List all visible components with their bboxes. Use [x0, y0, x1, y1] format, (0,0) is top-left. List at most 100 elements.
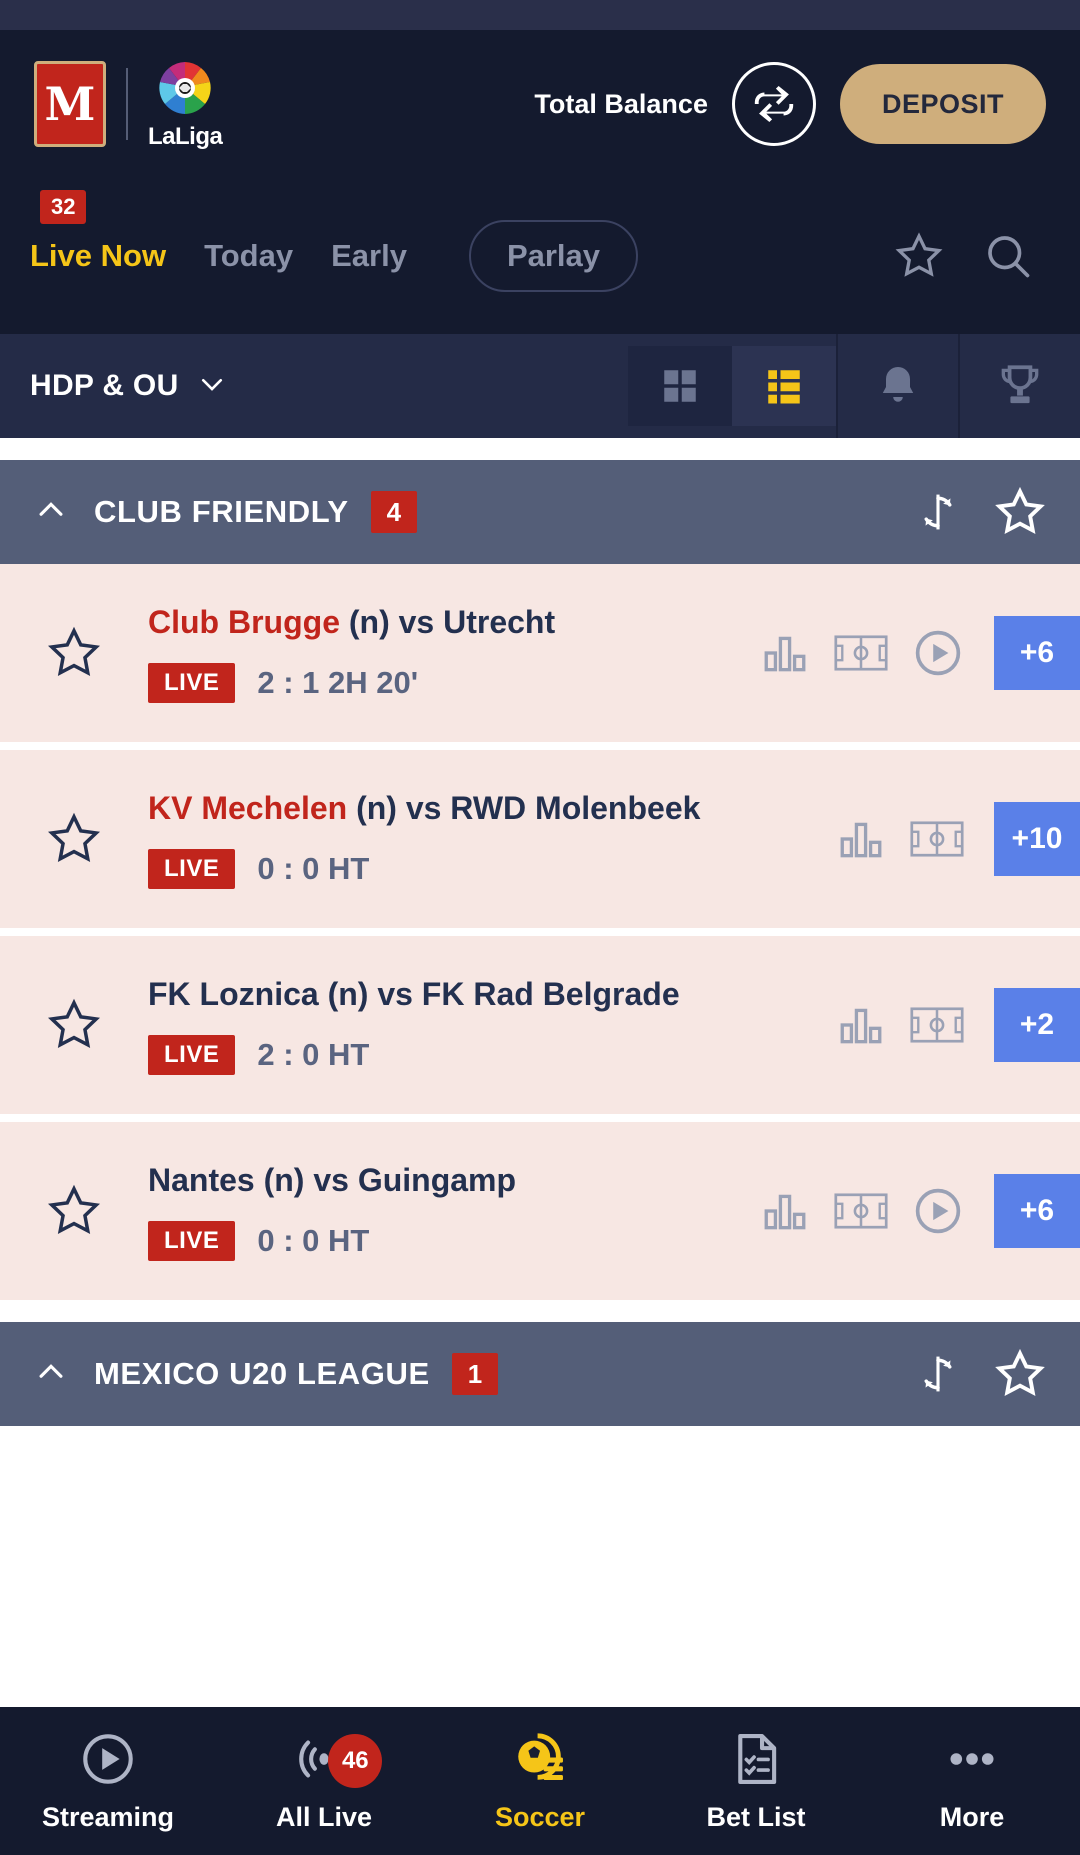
header-top-row: M LaLiga Total Balance DEPOSIT [0, 30, 1080, 178]
laliga-partner-logo: LaLiga [148, 57, 223, 151]
market-toolbar: HDP & OU [0, 334, 1080, 438]
league-name: MEXICO U20 LEAGUE [94, 1356, 430, 1391]
match-list-club-friendly: Club Brugge (n) vs Utrecht LIVE 2 : 1 2H… [0, 564, 1080, 1300]
star-icon[interactable] [994, 486, 1046, 538]
deposit-button[interactable]: DEPOSIT [839, 64, 1046, 144]
match-info: FK Loznica (n) vs FK Rad Belgrade LIVE 2… [148, 975, 836, 1076]
neutral-marker: (n) [263, 1161, 305, 1198]
view-mode-toggle [628, 346, 836, 426]
nav-item-all-live[interactable]: 46 All Live [216, 1730, 432, 1833]
stats-icon[interactable] [836, 1000, 886, 1050]
favorite-match-button[interactable] [0, 811, 148, 867]
match-teams: Nantes (n) vs Guingamp [148, 1161, 760, 1199]
pitch-icon[interactable] [910, 1005, 964, 1045]
list-view-button[interactable] [732, 346, 836, 426]
pitch-icon[interactable] [834, 633, 888, 673]
refresh-icon[interactable] [916, 1352, 960, 1396]
laliga-label: LaLiga [148, 123, 223, 150]
tournaments-button[interactable] [958, 334, 1080, 438]
tab-live-now[interactable]: 32 Live Now [30, 190, 167, 274]
star-icon [48, 812, 100, 863]
tab-live-now-label: Live Now [30, 238, 167, 273]
tab-parlay[interactable]: Parlay [468, 220, 639, 292]
refresh-icon[interactable] [916, 490, 960, 534]
vs-label: vs [405, 789, 442, 826]
header-tab-icons [894, 230, 1050, 282]
stats-icon[interactable] [836, 814, 886, 864]
table-row[interactable]: FK Loznica (n) vs FK Rad Belgrade LIVE 2… [0, 936, 1080, 1114]
more-odds-button[interactable]: +10 [994, 802, 1080, 876]
neutral-marker: (n) [356, 789, 397, 826]
chevron-up-icon[interactable] [34, 1355, 68, 1394]
trophy-icon [1001, 365, 1039, 404]
bet-slip-icon [738, 1733, 777, 1784]
brand-logo-icon: M [34, 61, 106, 147]
brand-area[interactable]: M LaLiga [34, 57, 223, 151]
league-match-count-badge: 1 [451, 1352, 499, 1396]
favorite-match-button[interactable] [0, 625, 148, 681]
more-odds-button[interactable]: +6 [994, 616, 1080, 690]
list-view-icon [768, 370, 800, 404]
league-header-club-friendly[interactable]: CLUB FRIENDLY 4 [0, 460, 1080, 564]
stats-icon[interactable] [760, 628, 810, 678]
match-score: 0 : 0 HT [257, 1223, 370, 1259]
neutral-marker: (n) [348, 603, 390, 640]
match-teams: Club Brugge (n) vs Utrecht [148, 603, 760, 641]
match-status: LIVE 2 : 0 HT [148, 1035, 836, 1076]
market-selector[interactable]: HDP & OU [0, 334, 628, 438]
match-score: 2 : 1 2H 20' [257, 665, 419, 701]
play-circle-icon[interactable] [912, 627, 964, 679]
nav-item-soccer[interactable]: Soccer [432, 1730, 648, 1833]
ellipsis-icon [950, 1752, 994, 1765]
notifications-button[interactable] [836, 334, 958, 438]
league-match-count-badge: 4 [370, 490, 418, 534]
star-icon [48, 998, 100, 1049]
search-icon[interactable] [982, 230, 1034, 282]
league-header-mexico-u20[interactable]: MEXICO U20 LEAGUE 1 [0, 1322, 1080, 1426]
match-score: 0 : 0 HT [257, 851, 370, 887]
nav-label: Soccer [494, 1801, 586, 1832]
match-actions: +6 [760, 1174, 1080, 1248]
nav-item-bet-list[interactable]: Bet List [648, 1730, 864, 1833]
more-odds-button[interactable]: +6 [994, 1174, 1080, 1248]
swap-balance-button[interactable] [731, 62, 816, 146]
status-badge: LIVE [148, 849, 236, 890]
away-team-name: RWD Molenbeek [450, 789, 701, 826]
nav-label: All Live [275, 1801, 373, 1832]
pitch-icon[interactable] [834, 1191, 888, 1231]
status-badge: LIVE [148, 1221, 236, 1262]
favorite-match-button[interactable] [0, 997, 148, 1053]
tab-today[interactable]: Today [204, 238, 293, 274]
chevron-down-icon [197, 369, 227, 404]
match-actions: +6 [760, 616, 1080, 690]
grid-view-button[interactable] [628, 346, 732, 426]
home-team-name: Nantes [148, 1161, 255, 1198]
nav-label: More [939, 1801, 1005, 1832]
app-header: M LaLiga Total Balance DEPOSIT 32 Live N… [0, 30, 1080, 334]
more-odds-button[interactable]: +2 [994, 988, 1080, 1062]
chevron-up-icon[interactable] [34, 493, 68, 532]
table-row[interactable]: Nantes (n) vs Guingamp LIVE 0 : 0 HT +6 [0, 1122, 1080, 1300]
nav-label: Bet List [706, 1801, 806, 1832]
nav-item-more[interactable]: More [864, 1730, 1080, 1833]
swap-icon [754, 85, 794, 123]
star-icon[interactable] [994, 1348, 1046, 1400]
brand-divider [126, 68, 128, 140]
play-circle-icon[interactable] [912, 1185, 964, 1237]
favorite-match-button[interactable] [0, 1183, 148, 1239]
status-badge: LIVE [148, 1035, 236, 1076]
match-score: 2 : 0 HT [257, 1037, 370, 1073]
header-actions: Total Balance DEPOSIT [534, 62, 1046, 146]
table-row[interactable]: KV Mechelen (n) vs RWD Molenbeek LIVE 0 … [0, 750, 1080, 928]
nav-item-streaming[interactable]: Streaming [0, 1730, 216, 1833]
neutral-marker: (n) [327, 975, 369, 1012]
table-row[interactable]: Club Brugge (n) vs Utrecht LIVE 2 : 1 2H… [0, 564, 1080, 742]
all-live-badge: 46 [328, 1733, 383, 1788]
stats-icon[interactable] [760, 1186, 810, 1236]
tab-early[interactable]: Early [331, 238, 407, 274]
league-name: CLUB FRIENDLY [94, 494, 349, 529]
star-icon[interactable] [894, 231, 944, 281]
pitch-icon[interactable] [910, 819, 964, 859]
nav-label: Streaming [41, 1801, 175, 1832]
match-info: Club Brugge (n) vs Utrecht LIVE 2 : 1 2H… [148, 603, 760, 704]
